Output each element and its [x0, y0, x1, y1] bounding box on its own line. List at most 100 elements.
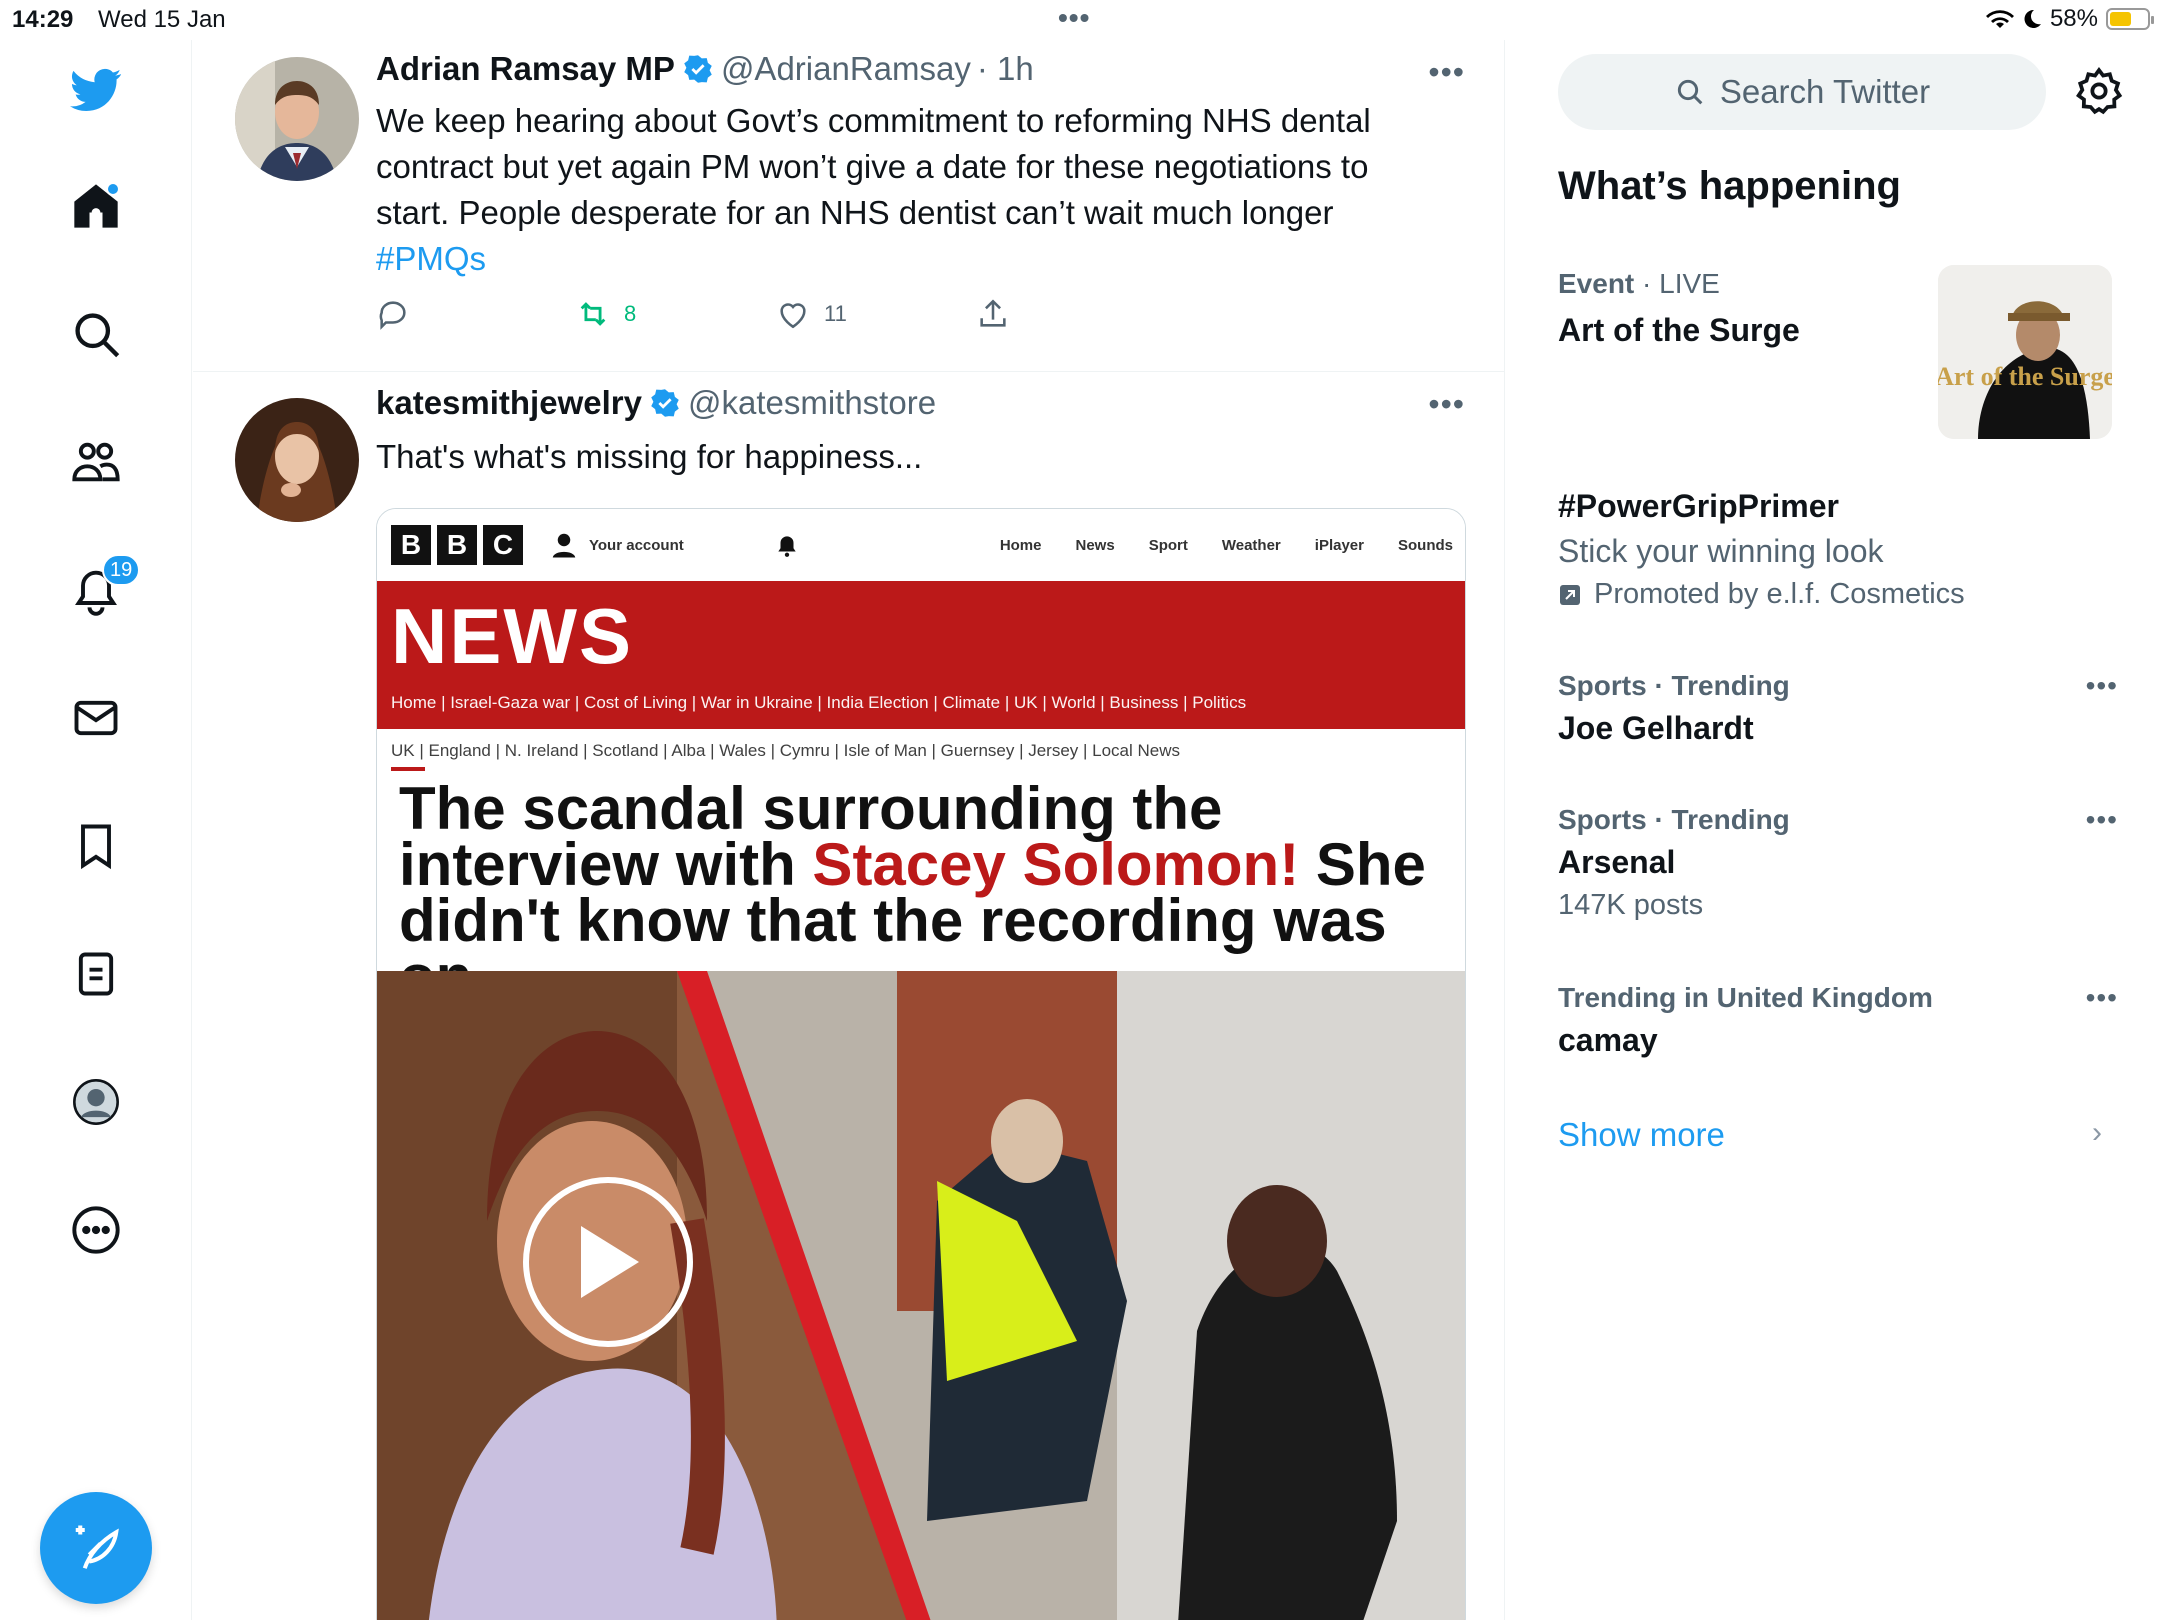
- promoted-label: Promoted by e.l.f. Cosmetics: [1594, 578, 1965, 610]
- compose-feather-icon: [75, 1525, 119, 1569]
- play-button[interactable]: [523, 1177, 693, 1347]
- notifications-bell-icon[interactable]: 19: [46, 540, 146, 640]
- trend-subtitle: Stick your winning look: [1558, 533, 1884, 569]
- tweet-author-name[interactable]: katesmithjewelry: [376, 384, 642, 422]
- tweet-more-icon[interactable]: •••: [1428, 54, 1465, 91]
- new-content-dot: [106, 182, 120, 196]
- bbc-nav-item: Sport: [1148, 536, 1188, 554]
- messages-icon[interactable]: [46, 668, 146, 768]
- status-time: 14:29: [12, 6, 74, 33]
- tweet-header: Adrian Ramsay MP @AdrianRamsay · 1h: [376, 50, 1034, 88]
- your-account-label: Your account: [589, 536, 684, 554]
- moon-icon: [2024, 9, 2041, 28]
- media-card[interactable]: B B C Your account Home News Sport Weath…: [376, 508, 1466, 1620]
- trend-more-icon[interactable]: •••: [2086, 670, 2118, 702]
- tweet-actions: 8 11: [376, 297, 1176, 337]
- search-icon[interactable]: [46, 284, 146, 384]
- video-thumbnail[interactable]: [377, 971, 1465, 1620]
- bbc-nav-item: Sounds: [1398, 536, 1453, 554]
- event-thumbnail[interactable]: Art of the Surge: [1938, 265, 2112, 439]
- communities-icon[interactable]: [46, 412, 146, 512]
- bbc-sub-nav: Home | Israel-Gaza war | Cost of Living …: [391, 693, 1247, 712]
- tweet-body: We keep hearing about Govt’s commitment …: [376, 102, 1371, 231]
- trend-live-label: · LIVE: [1642, 268, 1720, 299]
- twitter-logo-icon[interactable]: [46, 40, 146, 140]
- whats-happening-heading: What’s happening: [1558, 164, 1901, 208]
- tweet[interactable]: Adrian Ramsay MP @AdrianRamsay · 1h ••• …: [193, 40, 1504, 370]
- multitasking-dots-icon[interactable]: •••: [1058, 2, 1090, 34]
- retweet-count: 8: [624, 301, 637, 326]
- tweet-header: katesmithjewelry @katesmithstore: [376, 384, 936, 422]
- trend-title: Arsenal: [1558, 844, 1676, 880]
- share-button[interactable]: [976, 297, 1010, 331]
- tweet-author-handle[interactable]: @AdrianRamsay: [721, 50, 971, 88]
- verified-badge-icon: [651, 389, 679, 417]
- trend-item[interactable]: Sports · Trending Arsenal 147K posts •••: [1558, 804, 2118, 922]
- event-image-text: Art of the Surge: [1938, 362, 2112, 391]
- like-button[interactable]: 11: [776, 297, 847, 331]
- timeline: Adrian Ramsay MP @AdrianRamsay · 1h ••• …: [193, 40, 1505, 1620]
- bbc-news-banner: NEWS Home | Israel-Gaza war | Cost of Li…: [377, 581, 1465, 729]
- hashtag-link[interactable]: #PMQs: [376, 240, 486, 277]
- lists-icon[interactable]: [46, 924, 146, 1024]
- heart-icon: [780, 303, 806, 329]
- verified-badge-icon: [684, 55, 712, 83]
- bbc-header: B B C Your account Home News Sport Weath…: [377, 509, 1465, 581]
- profile-avatar-icon[interactable]: [46, 1052, 146, 1152]
- trend-item[interactable]: Trending in United Kingdom camay •••: [1558, 982, 2118, 1059]
- bbc-nav-item: Weather: [1221, 536, 1281, 554]
- bbc-nav-item: iPlayer: [1314, 536, 1364, 554]
- reply-button[interactable]: [376, 297, 410, 331]
- show-more-link[interactable]: Show more: [1558, 1116, 1725, 1154]
- tweet-body: That's what's missing for happiness...: [376, 438, 923, 475]
- tweet-text: We keep hearing about Govt’s commitment …: [376, 98, 1436, 282]
- retweet-icon: [580, 302, 606, 326]
- notifications-badge: 19: [102, 554, 141, 586]
- tweet-author-name[interactable]: Adrian Ramsay MP: [376, 50, 675, 88]
- trend-meta: Sports · Trending: [1558, 804, 1790, 835]
- tweet-timestamp[interactable]: · 1h: [977, 50, 1034, 88]
- tweet-author-handle[interactable]: @katesmithstore: [688, 384, 936, 422]
- trend-meta: Sports · Trending: [1558, 670, 1790, 701]
- like-count: 11: [824, 301, 847, 326]
- tweet-more-icon[interactable]: •••: [1428, 386, 1465, 423]
- account-icon: [552, 533, 576, 558]
- chevron-right-icon[interactable]: ›: [2092, 1116, 2102, 1150]
- avatar[interactable]: [235, 57, 359, 181]
- bbc-logo-letter: B: [437, 525, 477, 565]
- play-icon: [581, 1226, 639, 1298]
- trend-title: Joe Gelhardt: [1558, 710, 1754, 746]
- wifi-icon: [1985, 10, 2014, 28]
- retweet-button[interactable]: 8: [576, 297, 636, 331]
- settings-gear-icon[interactable]: [2074, 66, 2124, 116]
- bbc-nav-item: News: [1075, 536, 1115, 554]
- bbc-nav-item: Home: [999, 536, 1042, 554]
- active-section-underline: [391, 767, 425, 771]
- bookmarks-icon[interactable]: [46, 796, 146, 896]
- trend-more-icon[interactable]: •••: [2086, 804, 2118, 836]
- trend-item[interactable]: Sports · Trending Joe Gelhardt •••: [1558, 670, 2118, 747]
- bbc-news-title: NEWS: [391, 592, 633, 680]
- search-icon: [1677, 79, 1703, 105]
- right-sidebar: Search Twitter What’s happening Event · …: [1506, 40, 2160, 1620]
- side-navigation: 19: [0, 40, 192, 1620]
- event-thumbnail-image: Art of the Surge: [1938, 265, 2112, 439]
- trend-more-icon[interactable]: •••: [2086, 982, 2118, 1014]
- status-right: 58%: [1985, 5, 2154, 33]
- more-options-icon[interactable]: [46, 1180, 146, 1280]
- battery-percent: 58%: [2049, 5, 2098, 32]
- trend-title: #PowerGripPrimer: [1558, 488, 1839, 524]
- avatar[interactable]: [235, 398, 359, 522]
- bbc-logo: B B C: [391, 525, 523, 565]
- reply-icon: [379, 301, 406, 330]
- battery-icon: [2106, 8, 2154, 30]
- trend-category: Event: [1558, 268, 1635, 299]
- home-icon[interactable]: [46, 156, 146, 256]
- promoted-icon: [1560, 584, 1580, 605]
- bbc-logo-letter: B: [391, 525, 431, 565]
- search-input[interactable]: Search Twitter: [1558, 54, 2046, 130]
- compose-tweet-button[interactable]: [40, 1492, 152, 1604]
- status-bar: 14:29 Wed 15 Jan ••• 58%: [0, 0, 2160, 40]
- trend-item[interactable]: #PowerGripPrimer Stick your winning look…: [1558, 488, 2118, 611]
- trend-title: camay: [1558, 1022, 1658, 1058]
